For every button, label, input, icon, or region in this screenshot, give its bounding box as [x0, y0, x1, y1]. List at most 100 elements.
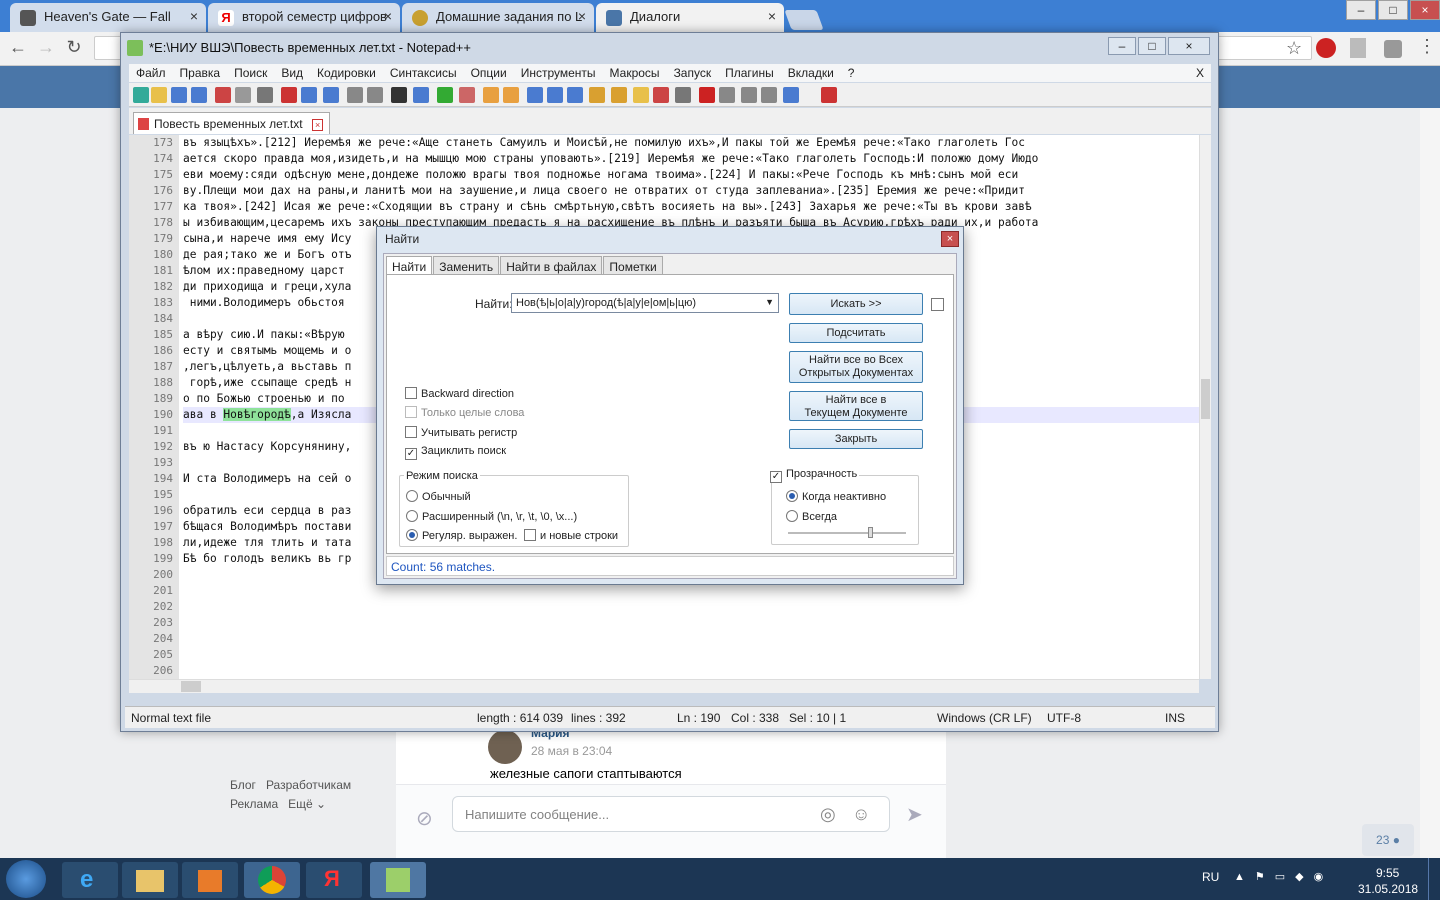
find-all-current-doc-button[interactable]: Найти все в Текущем Документе: [789, 391, 923, 421]
notepadpp-taskbar-icon[interactable]: [370, 862, 426, 898]
send-icon[interactable]: ➤: [906, 802, 923, 827]
close-icon[interactable]: ×: [1410, 0, 1440, 20]
checkbox-checked[interactable]: ✓: [405, 448, 417, 460]
menu-settings[interactable]: Опции: [464, 64, 514, 82]
minimize-icon[interactable]: –: [1346, 0, 1376, 20]
count-button[interactable]: Подсчитать: [789, 323, 923, 343]
menu-run[interactable]: Запуск: [667, 64, 719, 82]
toolbar-button-icon[interactable]: [821, 87, 837, 103]
menu-window[interactable]: Вкладки: [781, 64, 841, 82]
new-tab-button[interactable]: [784, 10, 824, 30]
mode-extended[interactable]: Расширенный (\n, \r, \t, \0, \x...): [406, 510, 577, 523]
toolbar-button-icon[interactable]: [459, 87, 475, 103]
text-line[interactable]: [183, 599, 1199, 615]
menu-icon[interactable]: ⋮: [1418, 36, 1436, 57]
trans-on-lose-focus[interactable]: Когда неактивно: [786, 490, 886, 503]
close-icon[interactable]: ×: [1168, 37, 1210, 55]
menu-edit[interactable]: Правка: [173, 64, 228, 82]
link-developers[interactable]: Разработчикам: [266, 778, 351, 792]
vertical-scrollbar[interactable]: [1199, 135, 1211, 679]
text-line[interactable]: ается скоро правда моя,изидеть,и на мышц…: [183, 151, 1199, 167]
show-desktop-button[interactable]: [1428, 858, 1440, 900]
checkbox[interactable]: [405, 406, 417, 418]
menu-plugins[interactable]: Плагины: [718, 64, 781, 82]
toolbar-button-icon[interactable]: [151, 87, 167, 103]
tab-close-icon[interactable]: ×: [768, 8, 776, 24]
text-line[interactable]: [183, 615, 1199, 631]
maximize-icon[interactable]: □: [1138, 37, 1166, 55]
tray-icons[interactable]: ▲⚑▭◆◉: [1234, 870, 1333, 883]
transparency-option[interactable]: ✓ Прозрачность: [768, 468, 860, 483]
browser-tab[interactable]: Домашние задания по L ×: [402, 3, 594, 32]
toolbar-button-icon[interactable]: [633, 87, 649, 103]
clock-time[interactable]: 9:55: [1376, 866, 1399, 880]
toolbar-button-icon[interactable]: [547, 87, 563, 103]
toolbar-button-icon[interactable]: [437, 87, 453, 103]
adblock-icon[interactable]: [1316, 38, 1336, 58]
toolbar-button-icon[interactable]: [281, 87, 297, 103]
toolbar-button-icon[interactable]: [653, 87, 669, 103]
menu-macro[interactable]: Макросы: [603, 64, 667, 82]
menu-search[interactable]: Поиск: [227, 64, 274, 82]
tab-close-icon[interactable]: ×: [384, 8, 392, 24]
toolbar-button-icon[interactable]: [483, 87, 499, 103]
forward-icon[interactable]: →: [34, 38, 58, 58]
toolbar-button-icon[interactable]: [589, 87, 605, 103]
checkbox[interactable]: [405, 426, 417, 438]
find-input[interactable]: Нов(ѣ|ь|о|а|у)город(ѣ|а|у|е|ом|ь|цю) ▼: [511, 293, 779, 313]
language-indicator[interactable]: RU: [1202, 870, 1219, 884]
text-line[interactable]: [183, 583, 1199, 599]
camera-icon[interactable]: ◎: [820, 804, 836, 825]
text-line[interactable]: ву.Плещи мои дах на раны,и ланитѣ мои на…: [183, 183, 1199, 199]
toolbar-button-icon[interactable]: [215, 87, 231, 103]
toolbar-button-icon[interactable]: [391, 87, 407, 103]
link-ads[interactable]: Реклама: [230, 797, 278, 811]
option-wrap-around[interactable]: ✓ Зациклить поиск: [405, 445, 506, 460]
close-tab-icon[interactable]: ×: [311, 119, 324, 131]
toolbar-button-icon[interactable]: [323, 87, 339, 103]
checkbox[interactable]: [405, 387, 417, 399]
toolbar-button-icon[interactable]: [235, 87, 251, 103]
text-line[interactable]: въ языцѣхъ».[212] Иеремѣя же рече:«Аще с…: [183, 135, 1199, 151]
maximize-icon[interactable]: □: [1378, 0, 1408, 20]
toolbar-button-icon[interactable]: [527, 87, 543, 103]
link-blog[interactable]: Блог: [230, 778, 256, 792]
start-button[interactable]: [6, 860, 46, 898]
doc-tab[interactable]: Повесть временных лет.txt ×: [133, 112, 331, 134]
clock-date[interactable]: 31.05.2018: [1358, 882, 1418, 896]
tab-close-icon[interactable]: ×: [578, 8, 586, 24]
link-more[interactable]: Ещё ⌄: [288, 797, 326, 811]
yandex-browser-icon[interactable]: Я: [306, 862, 362, 898]
menu-view[interactable]: Вид: [274, 64, 310, 82]
attach-icon[interactable]: ⊘: [416, 806, 433, 831]
toolbar-button-icon[interactable]: [741, 87, 757, 103]
find-next-button[interactable]: Искать >>: [789, 293, 923, 315]
close-icon[interactable]: ×: [941, 231, 959, 247]
toolbar-button-icon[interactable]: [761, 87, 777, 103]
chrome-icon[interactable]: [244, 862, 300, 898]
extension-icon[interactable]: [1384, 40, 1402, 58]
text-line[interactable]: [183, 663, 1199, 679]
menu-help[interactable]: ?: [841, 64, 862, 82]
toolbar-button-icon[interactable]: [611, 87, 627, 103]
browser-tab[interactable]: Я второй семестр цифров ×: [208, 3, 400, 32]
close-button[interactable]: Закрыть: [789, 429, 923, 449]
toolbar-button-icon[interactable]: [301, 87, 317, 103]
slider-thumb[interactable]: [868, 527, 873, 538]
back-icon[interactable]: ←: [6, 38, 30, 58]
page-scrollbar[interactable]: [1420, 108, 1440, 858]
scroll-thumb[interactable]: [1201, 379, 1210, 419]
find-all-open-docs-button[interactable]: Найти все во Всех Открытых Документах: [789, 351, 923, 383]
toolbar-button-icon[interactable]: [719, 87, 735, 103]
mode-regex[interactable]: Регуляр. выражен.: [406, 529, 517, 542]
tab-close-icon[interactable]: ×: [190, 8, 198, 24]
toolbar-button-icon[interactable]: [699, 87, 715, 103]
trans-always[interactable]: Всегда: [786, 510, 837, 523]
toolbar-button-icon[interactable]: [783, 87, 799, 103]
reload-icon[interactable]: ↻: [62, 38, 86, 58]
toolbar-button-icon[interactable]: [257, 87, 273, 103]
option-dot-newline[interactable]: и новые строки: [524, 529, 618, 542]
close-doc-icon[interactable]: X: [1189, 64, 1211, 82]
star-icon[interactable]: ☆: [1286, 38, 1302, 59]
option-match-case[interactable]: Учитывать регистр: [405, 426, 517, 439]
